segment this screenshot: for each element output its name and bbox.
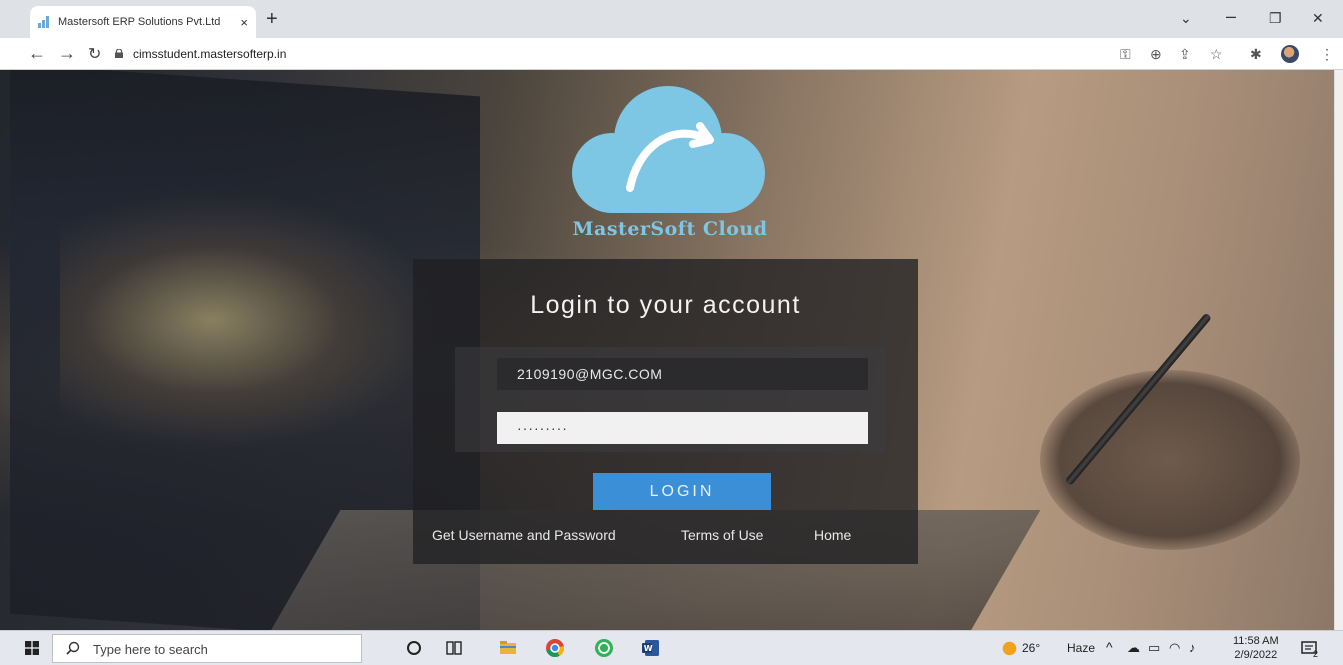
username-input[interactable] xyxy=(497,358,868,390)
home-link[interactable]: Home xyxy=(814,527,851,543)
background-hand xyxy=(1040,370,1300,550)
svg-text:W: W xyxy=(644,644,653,653)
restore-icon[interactable]: ❐ xyxy=(1269,10,1282,27)
key-icon[interactable]: ⚿ xyxy=(1120,46,1131,63)
minimize-icon[interactable]: – xyxy=(1226,6,1236,27)
menu-kebab-icon[interactable]: ⋮ xyxy=(1320,46,1334,63)
logo: MasterSoft Cloud xyxy=(560,78,780,248)
browser-toolbar: ← → ↻ cimsstudent.mastersofterp.in ⚿ ⊕ ⇪… xyxy=(0,38,1343,70)
zoom-icon[interactable]: ⊕ xyxy=(1150,46,1162,63)
profile-avatar-icon[interactable] xyxy=(1281,45,1299,63)
password-input[interactable] xyxy=(497,412,868,444)
new-tab-icon[interactable]: + xyxy=(266,8,278,31)
tab-search-icon[interactable]: ⌄ xyxy=(1180,10,1192,27)
onedrive-cloud-icon[interactable]: ☁ xyxy=(1127,640,1140,656)
search-placeholder: Type here to search xyxy=(93,642,208,657)
terms-of-use-link[interactable]: Terms of Use xyxy=(681,527,763,543)
tray-overflow-chevron-icon[interactable]: ^ xyxy=(1106,639,1113,655)
login-panel: Login to your account LOGIN Get Username… xyxy=(413,259,918,564)
close-window-icon[interactable]: ✕ xyxy=(1312,10,1324,27)
address-bar[interactable]: cimsstudent.mastersofterp.in xyxy=(133,47,286,61)
volume-icon[interactable]: ♪ xyxy=(1189,640,1196,655)
login-page: MasterSoft Cloud Login to your account L… xyxy=(0,70,1334,630)
notification-count-badge: 2 xyxy=(1313,649,1319,659)
weather-sun-icon[interactable] xyxy=(1001,640,1018,657)
forward-icon[interactable]: → xyxy=(58,43,76,64)
weather-text[interactable]: Haze xyxy=(1067,641,1095,655)
tab-title: Mastersoft ERP Solutions Pvt.Ltd xyxy=(58,16,221,28)
browser-titlebar: Mastersoft ERP Solutions Pvt.Ltd × + ⌄ –… xyxy=(0,0,1343,38)
share-icon[interactable]: ⇪ xyxy=(1179,46,1191,63)
login-title: Login to your account xyxy=(530,291,801,319)
weather-temperature: 26° xyxy=(1022,641,1041,655)
lock-icon[interactable] xyxy=(114,49,124,58)
get-username-password-link[interactable]: Get Username and Password xyxy=(432,527,616,543)
clock-time: 11:58 AM xyxy=(1233,635,1279,647)
taskbar: Type here to search W 26° Haze ^ ☁ ▭ ◠ ♪… xyxy=(0,630,1343,665)
chrome-icon[interactable] xyxy=(545,638,565,658)
bookmark-star-icon[interactable]: ☆ xyxy=(1210,46,1223,63)
page-scrollbar[interactable] xyxy=(1334,70,1343,630)
cloud-logo-icon xyxy=(572,86,765,213)
wifi-icon[interactable]: ◠ xyxy=(1169,640,1180,656)
windows-start-icon[interactable] xyxy=(25,641,39,655)
logo-text: MasterSoft Cloud xyxy=(572,218,768,240)
clock-date: 2/9/2022 xyxy=(1234,649,1278,661)
taskbar-search-box[interactable]: Type here to search xyxy=(52,634,362,663)
cortana-icon[interactable] xyxy=(404,638,424,658)
browser-tab[interactable]: Mastersoft ERP Solutions Pvt.Ltd × xyxy=(30,6,256,38)
extensions-icon[interactable]: ✱ xyxy=(1250,46,1262,63)
whatsapp-icon[interactable] xyxy=(594,638,614,658)
search-icon xyxy=(66,641,80,655)
favicon-icon xyxy=(38,16,50,28)
word-icon[interactable]: W xyxy=(641,638,661,658)
system-clock[interactable]: 11:58 AM 2/9/2022 xyxy=(1233,634,1279,662)
tab-close-icon[interactable]: × xyxy=(240,15,248,30)
back-icon[interactable]: ← xyxy=(28,43,46,64)
task-view-icon[interactable] xyxy=(444,638,464,658)
file-explorer-icon[interactable] xyxy=(498,638,518,658)
login-button[interactable]: LOGIN xyxy=(593,473,771,510)
reload-icon[interactable]: ↻ xyxy=(88,44,101,64)
background-light-glow xyxy=(60,190,440,450)
battery-icon[interactable]: ▭ xyxy=(1148,640,1160,656)
footer-links: Get Username and Password Terms of Use H… xyxy=(413,527,918,547)
